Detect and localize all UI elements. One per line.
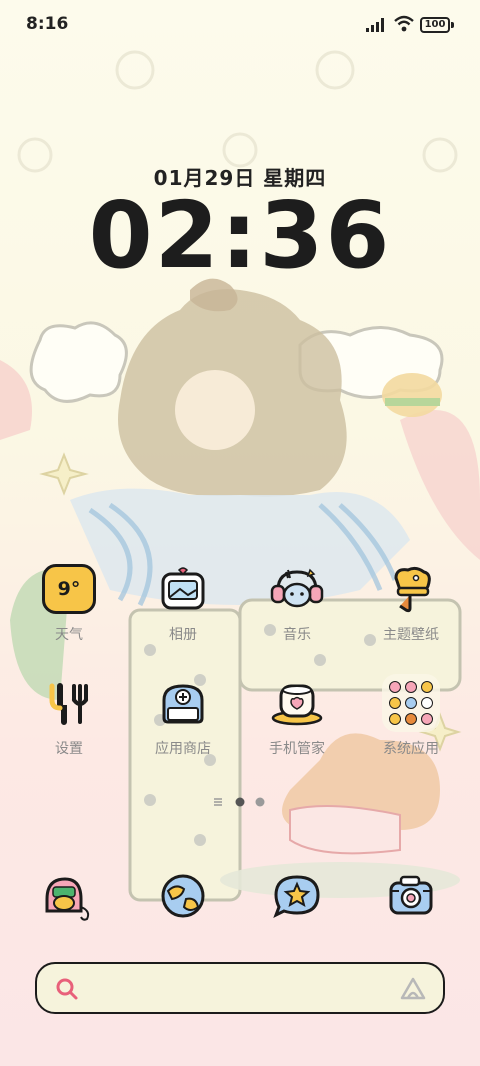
battery-tip [451,22,454,28]
app-system-apps-folder[interactable]: 系统应用 [356,674,466,758]
battery-icon: 100 [420,17,450,33]
gallery-icon [154,560,212,618]
messages-icon [273,875,320,919]
page-indicator[interactable] [214,796,274,808]
app-weather[interactable]: 9° 天气 [14,560,124,644]
dock-phone[interactable] [30,866,100,926]
app-label: 音乐 [283,627,311,643]
dock-messages[interactable] [262,866,332,926]
status-bar: 8:16 100 [0,0,480,50]
status-time: 8:16 [26,14,69,34]
app-store[interactable]: 应用商店 [128,674,238,758]
app-label: 手机管家 [269,741,325,757]
dock-browser[interactable] [148,866,218,926]
app-label: 应用商店 [155,741,211,757]
app-gallery[interactable]: 相册 [128,560,238,644]
phone-manager-icon [268,674,326,732]
camera-icon [389,875,433,915]
clock-time[interactable]: 02:36 [0,182,480,289]
app-phone-manager[interactable]: 手机管家 [242,674,352,758]
app-label: 主题壁纸 [383,627,439,643]
search-input[interactable] [97,976,391,1004]
app-themes[interactable]: 主题壁纸 [356,560,466,644]
search-icon [56,978,78,1000]
cellular-signal-icon [366,18,384,32]
search-bar[interactable] [35,962,445,1014]
app-label: 设置 [55,741,83,757]
phone-icon [45,877,90,921]
app-settings[interactable]: 设置 [14,674,124,758]
menu-lines-icon [214,798,222,806]
app-music[interactable]: 音乐 [242,560,352,644]
app-label: 系统应用 [383,741,439,757]
settings-icon [40,674,98,732]
music-icon [268,560,326,618]
themes-icon [382,560,440,618]
browser-icon [161,874,205,918]
app-label: 相册 [169,627,197,643]
page-dot [255,797,265,807]
system-apps-folder-icon [382,674,440,732]
page-dot-active [235,797,245,807]
dock-camera[interactable] [376,866,446,926]
weather-icon: 9° [40,560,98,618]
weather-temp: 9° [42,564,96,614]
app-label: 天气 [55,627,83,643]
assistant-icon[interactable] [399,976,427,1002]
wifi-icon [394,15,414,32]
app-store-icon [154,674,212,732]
